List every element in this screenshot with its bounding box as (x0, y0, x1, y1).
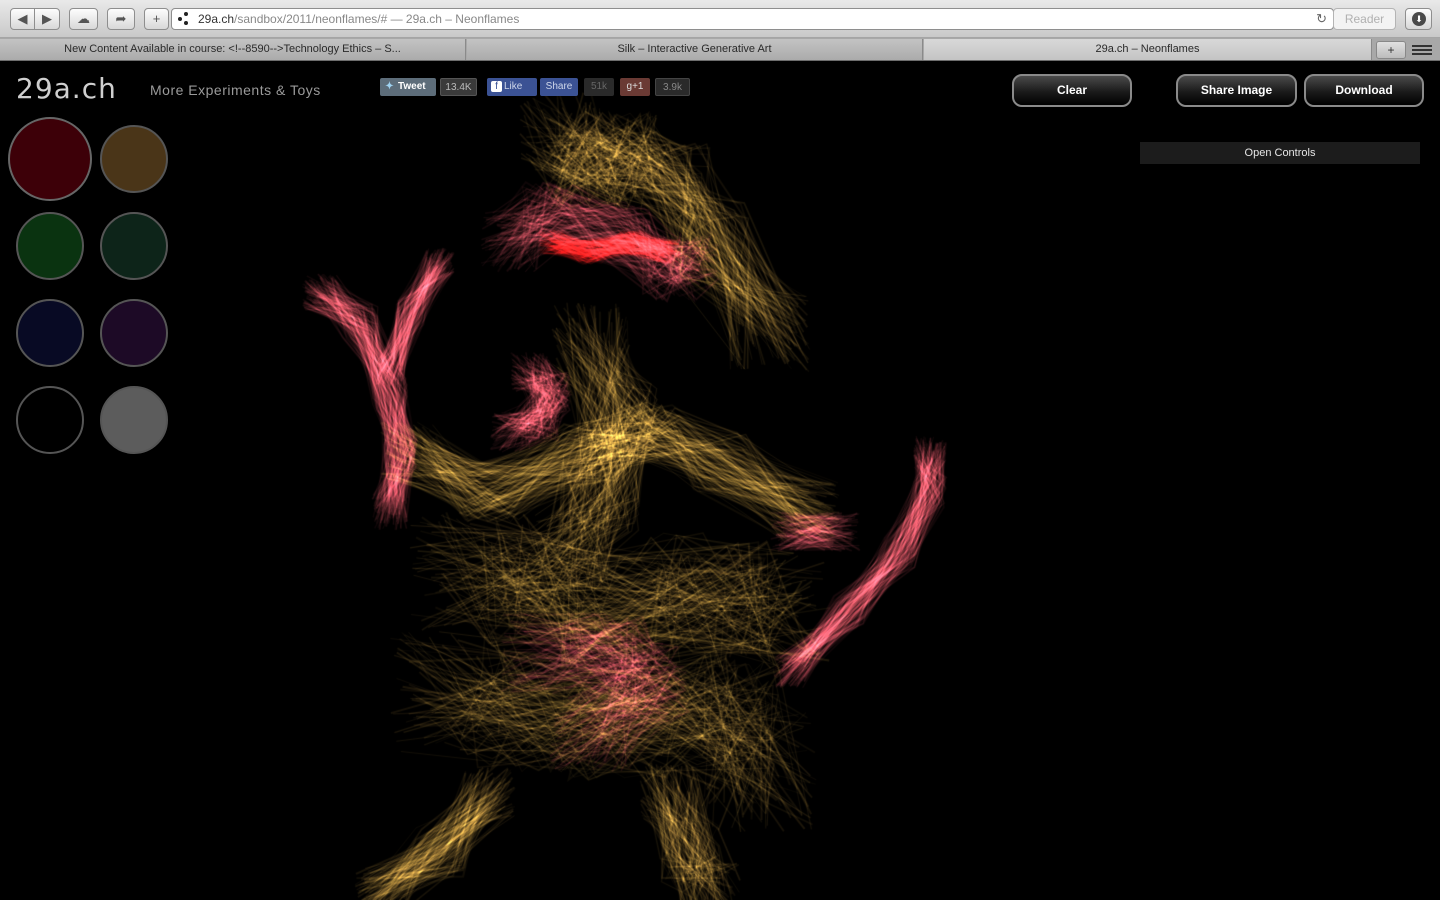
new-tab-icon[interactable]: + (144, 8, 169, 30)
google-plus-button[interactable]: g+1 (620, 78, 650, 96)
facebook-count: 51k (584, 78, 614, 96)
tab-bar: New Content Available in course: <!--859… (0, 38, 1440, 61)
address-bar[interactable]: 29a.ch/sandbox/2011/neonflames/# — 29a.c… (171, 8, 1334, 30)
tab-neonflames[interactable]: 29a.ch – Neonflames (924, 39, 1372, 60)
swatch-black[interactable] (16, 386, 84, 454)
downloads-button[interactable]: ⬇ (1405, 8, 1432, 30)
download-arrow-icon: ⬇ (1412, 12, 1426, 26)
swatch-dark-teal[interactable] (100, 212, 168, 280)
clear-button[interactable]: Clear (1012, 74, 1132, 107)
facebook-share-button[interactable]: Share (540, 78, 578, 96)
icloud-tabs-icon[interactable]: ☁ (69, 8, 98, 30)
tab-overview-icon[interactable] (1412, 43, 1432, 57)
browser-toolbar: ◀ ▶ ☁ ➦ + 29a.ch/sandbox/2011/neonflames… (0, 0, 1440, 38)
swatch-dark-red[interactable] (8, 117, 92, 201)
add-tab-icon[interactable]: + (1376, 41, 1406, 59)
site-favicon-icon (178, 12, 192, 26)
tweet-label: Tweet (398, 81, 426, 92)
url-path: /sandbox/2011/neonflames/# (234, 12, 388, 26)
facebook-icon: f (491, 81, 502, 92)
tweet-button[interactable]: ✦ Tweet (380, 78, 436, 96)
swatch-dark-green[interactable] (16, 212, 84, 280)
swatch-gray[interactable] (100, 386, 168, 454)
tweet-count: 13.4K (440, 78, 477, 96)
swatch-brown[interactable] (100, 125, 168, 193)
drawing-canvas[interactable] (290, 92, 970, 900)
download-button[interactable]: Download (1304, 74, 1424, 107)
swatch-dark-purple[interactable] (100, 299, 168, 367)
gplus-label: +1 (632, 81, 644, 92)
like-label: Like (504, 81, 523, 92)
share-image-button[interactable]: Share Image (1176, 74, 1297, 107)
back-icon[interactable]: ◀ (10, 8, 35, 30)
swatch-dark-navy[interactable] (16, 299, 84, 367)
forward-icon[interactable]: ▶ (34, 8, 60, 30)
url-host: 29a.ch (198, 12, 235, 26)
site-logo[interactable]: 29a.ch (16, 72, 117, 105)
facebook-like-button[interactable]: f Like (487, 78, 537, 96)
tab-silk[interactable]: Silk – Interactive Generative Art (467, 39, 923, 60)
open-controls-button[interactable]: Open Controls (1140, 142, 1420, 164)
reload-icon[interactable]: ↻ (1316, 9, 1327, 29)
url-title: — 29a.ch – Neonflames (387, 12, 520, 26)
more-experiments-link[interactable]: More Experiments & Toys (150, 82, 321, 98)
tab-technology-ethics[interactable]: New Content Available in course: <!--859… (0, 39, 466, 60)
google-plus-count: 3.9k (655, 78, 690, 96)
reader-button[interactable]: Reader (1333, 8, 1396, 30)
twitter-bird-icon: ✦ (385, 81, 394, 92)
share-icon[interactable]: ➦ (107, 8, 135, 30)
neonflames-page: 29a.ch More Experiments & Toys ✦ Tweet 1… (0, 62, 1440, 900)
